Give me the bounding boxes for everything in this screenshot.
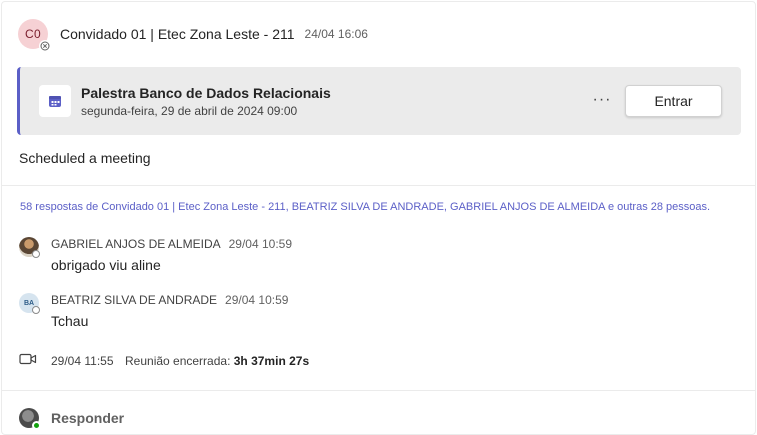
post-timestamp: 24/04 16:06 <box>304 27 368 41</box>
join-meeting-button[interactable]: Entrar <box>625 85 722 117</box>
post-header: C0 Convidado 01 | Etec Zona Leste - 211 … <box>18 19 368 52</box>
reply-button[interactable]: Responder <box>19 407 125 430</box>
post-author[interactable]: Convidado 01 | Etec Zona Leste - 211 <box>60 26 295 42</box>
reply-author-line: BEATRIZ SILVA DE ANDRADE 29/04 10:59 <box>51 293 288 307</box>
reply-time: 29/04 10:59 <box>225 293 289 307</box>
presence-online-icon <box>32 421 41 430</box>
author-avatar[interactable]: C0 <box>18 19 51 52</box>
author-avatar-initials: C0 <box>25 27 41 41</box>
meeting-ended-time: 29/04 11:55 <box>51 354 114 368</box>
meeting-ended-row: 29/04 11:55 Reunião encerrada: 3h 37min … <box>19 352 309 371</box>
reply-label: Responder <box>51 410 125 426</box>
replies-summary-link[interactable]: 58 respostas de Convidado 01 | Etec Zona… <box>20 201 710 213</box>
meeting-duration: 3h 37min 27s <box>233 354 310 368</box>
video-camera-icon <box>19 352 37 371</box>
reply-text: Tchau <box>51 313 89 329</box>
presence-offline-icon <box>32 250 40 258</box>
meeting-card[interactable]: Palestra Banco de Dados Relacionais segu… <box>17 67 741 135</box>
meeting-title: Palestra Banco de Dados Relacionais <box>81 85 331 101</box>
current-user-avatar <box>19 408 41 430</box>
calendar-icon <box>39 85 71 117</box>
presence-offline-icon <box>39 40 51 52</box>
reply-author[interactable]: BEATRIZ SILVA DE ANDRADE <box>51 293 217 307</box>
divider <box>1 390 756 391</box>
divider <box>1 185 756 186</box>
meeting-ended-text: Reunião encerrada: 3h 37min 27s <box>125 354 309 368</box>
more-options-button[interactable]: ··· <box>590 89 614 111</box>
reply-author[interactable]: GABRIEL ANJOS DE ALMEIDA <box>51 237 221 251</box>
reply-time: 29/04 10:59 <box>228 237 293 251</box>
presence-offline-icon <box>32 306 40 314</box>
meeting-ended-label: Reunião encerrada: <box>125 354 231 368</box>
post-text: Scheduled a meeting <box>19 150 151 166</box>
meeting-date: segunda-feira, 29 de abril de 2024 09:00 <box>81 104 298 118</box>
reply-author-line: GABRIEL ANJOS DE ALMEIDA 29/04 10:59 <box>51 237 292 251</box>
reply-text: obrigado viu aline <box>51 257 161 273</box>
